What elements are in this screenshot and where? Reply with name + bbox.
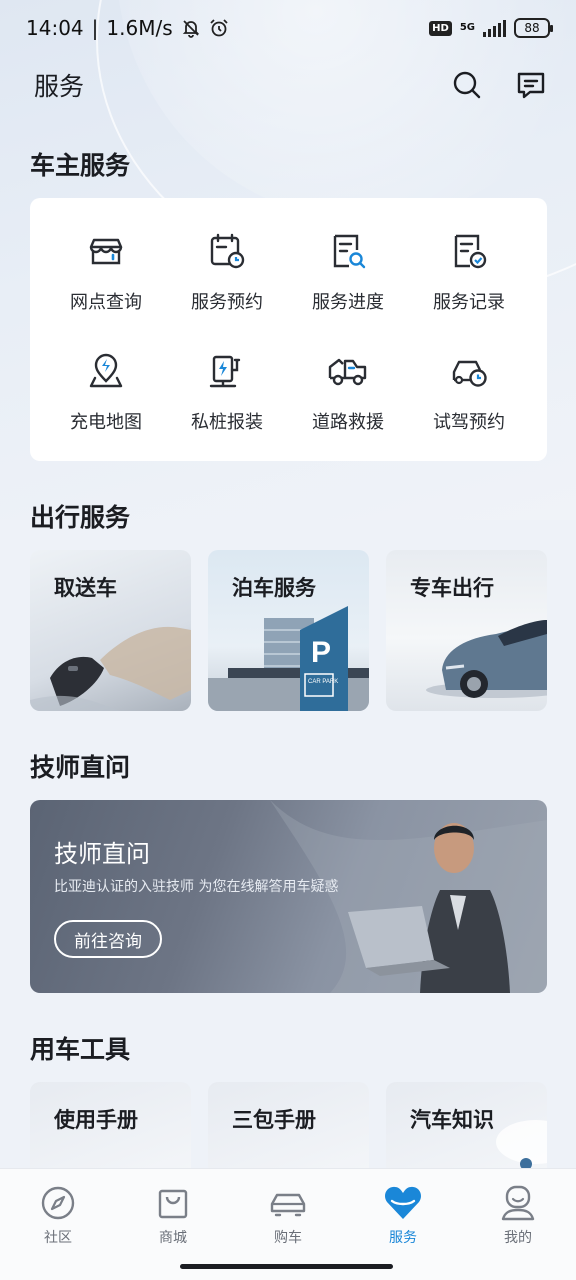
battery-level: 88 [524,21,540,35]
technician-banner[interactable]: 技师直问 比亚迪认证的入驻技师 为您在线解答用车疑惑 前往咨询 [30,800,547,993]
tool-card-car-knowledge[interactable]: 汽车知识 [386,1082,547,1182]
status-time: 14:04 [26,16,84,40]
nav-label: 服务 [389,1230,417,1246]
network-type: 5G [459,22,475,33]
service-label: 私桩报装 [191,412,263,433]
status-divider: | [91,16,99,40]
service-charging-map[interactable]: 充电地图 [46,328,166,438]
calendar-clock-icon [210,233,245,269]
message-icon [517,72,545,99]
nav-item-profile[interactable]: 我的 [478,1183,558,1247]
nav-item-buy-car[interactable]: 购车 [248,1183,328,1247]
bell-off-icon [182,20,199,38]
tow-truck-icon [328,358,367,386]
service-booking[interactable]: 服务预约 [167,208,287,318]
service-label: 服务预约 [191,292,263,313]
status-right: HD 5G 88 [429,18,553,38]
parking-sign-text: CAR PARK [308,679,338,685]
service-label: 网点查询 [70,292,142,313]
section-title-technician: 技师直问 [30,753,131,782]
tool-card-label: 汽车知识 [410,1108,494,1132]
parking-sign-letter: P [311,636,331,669]
consult-button[interactable]: 前往咨询 [54,920,162,958]
section-title-car-tools: 用车工具 [30,1035,131,1064]
shopping-bag-icon [158,1189,188,1219]
nav-label: 社区 [44,1230,72,1246]
search-button[interactable] [450,68,484,102]
service-label: 服务进度 [312,292,384,313]
service-records[interactable]: 服务记录 [409,208,529,318]
nav-label: 我的 [504,1230,532,1246]
status-left: 14:04 | 1.6M/s [26,16,229,40]
section-title-owner-services: 车主服务 [30,151,131,180]
service-roadside-assistance[interactable]: 道路救援 [288,328,408,438]
service-home-charger[interactable]: 私桩报装 [167,328,287,438]
battery-icon: 88 [514,18,553,38]
messages-button[interactable] [514,68,548,102]
nav-label: 购车 [274,1230,302,1246]
nav-item-mall[interactable]: 商城 [133,1183,213,1247]
charging-pin-icon [89,353,123,388]
car-icon [270,1193,306,1217]
travel-card-valet-parking[interactable]: P CAR PARK 泊车服务 [208,550,369,711]
travel-card-label: 取送车 [54,576,117,600]
alarm-icon [209,19,228,37]
document-search-icon [333,234,366,269]
page-title: 服务 [34,72,85,101]
nav-item-service[interactable]: 服务 [363,1183,443,1247]
tool-card-user-manual[interactable]: 使用手册 [30,1082,191,1182]
search-icon [453,71,481,99]
status-speed: 1.6M/s [106,16,173,40]
travel-card-label: 泊车服务 [232,576,316,600]
home-indicator[interactable] [180,1264,393,1269]
signal-icon [483,19,506,37]
profile-icon [501,1185,535,1221]
tool-card-label: 使用手册 [54,1108,138,1132]
status-bar: 14:04 | 1.6M/s HD 5G 88 [0,0,576,56]
service-label: 服务记录 [433,292,505,313]
tool-card-warranty-manual[interactable]: 三包手册 [208,1082,369,1182]
owner-services-grid: 网点查询 服务预约 服务进度 服务记录 充电地图 私桩报装 道路救援 试驾预约 [30,198,547,461]
travel-card-label: 专车出行 [410,576,494,600]
store-icon [89,238,123,265]
service-progress[interactable]: 服务进度 [288,208,408,318]
technician-photo [270,800,547,993]
nav-label: 商城 [159,1230,187,1246]
heart-icon [384,1186,422,1219]
service-label: 道路救援 [312,412,384,433]
car-clock-icon [452,360,487,387]
travel-card-pickup-delivery[interactable]: 取送车 [30,550,191,711]
section-title-travel-services: 出行服务 [30,503,131,532]
service-store-locator[interactable]: 网点查询 [46,208,166,318]
header-actions [450,68,548,102]
document-check-icon [454,234,487,269]
technician-banner-subtitle: 比亚迪认证的入驻技师 为您在线解答用车疑惑 [54,879,339,895]
nav-item-community[interactable]: 社区 [18,1183,98,1247]
service-label: 试驾预约 [433,412,505,433]
compass-icon [41,1186,75,1220]
hd-badge: HD [429,20,452,36]
service-label: 充电地图 [70,412,142,433]
charger-post-icon [209,355,241,388]
technician-banner-title: 技师直问 [54,840,150,868]
service-test-drive[interactable]: 试驾预约 [409,328,529,438]
travel-card-chauffeur[interactable]: 专车出行 [386,550,547,711]
app-header: 服务 [0,60,576,110]
tool-card-label: 三包手册 [232,1108,316,1132]
